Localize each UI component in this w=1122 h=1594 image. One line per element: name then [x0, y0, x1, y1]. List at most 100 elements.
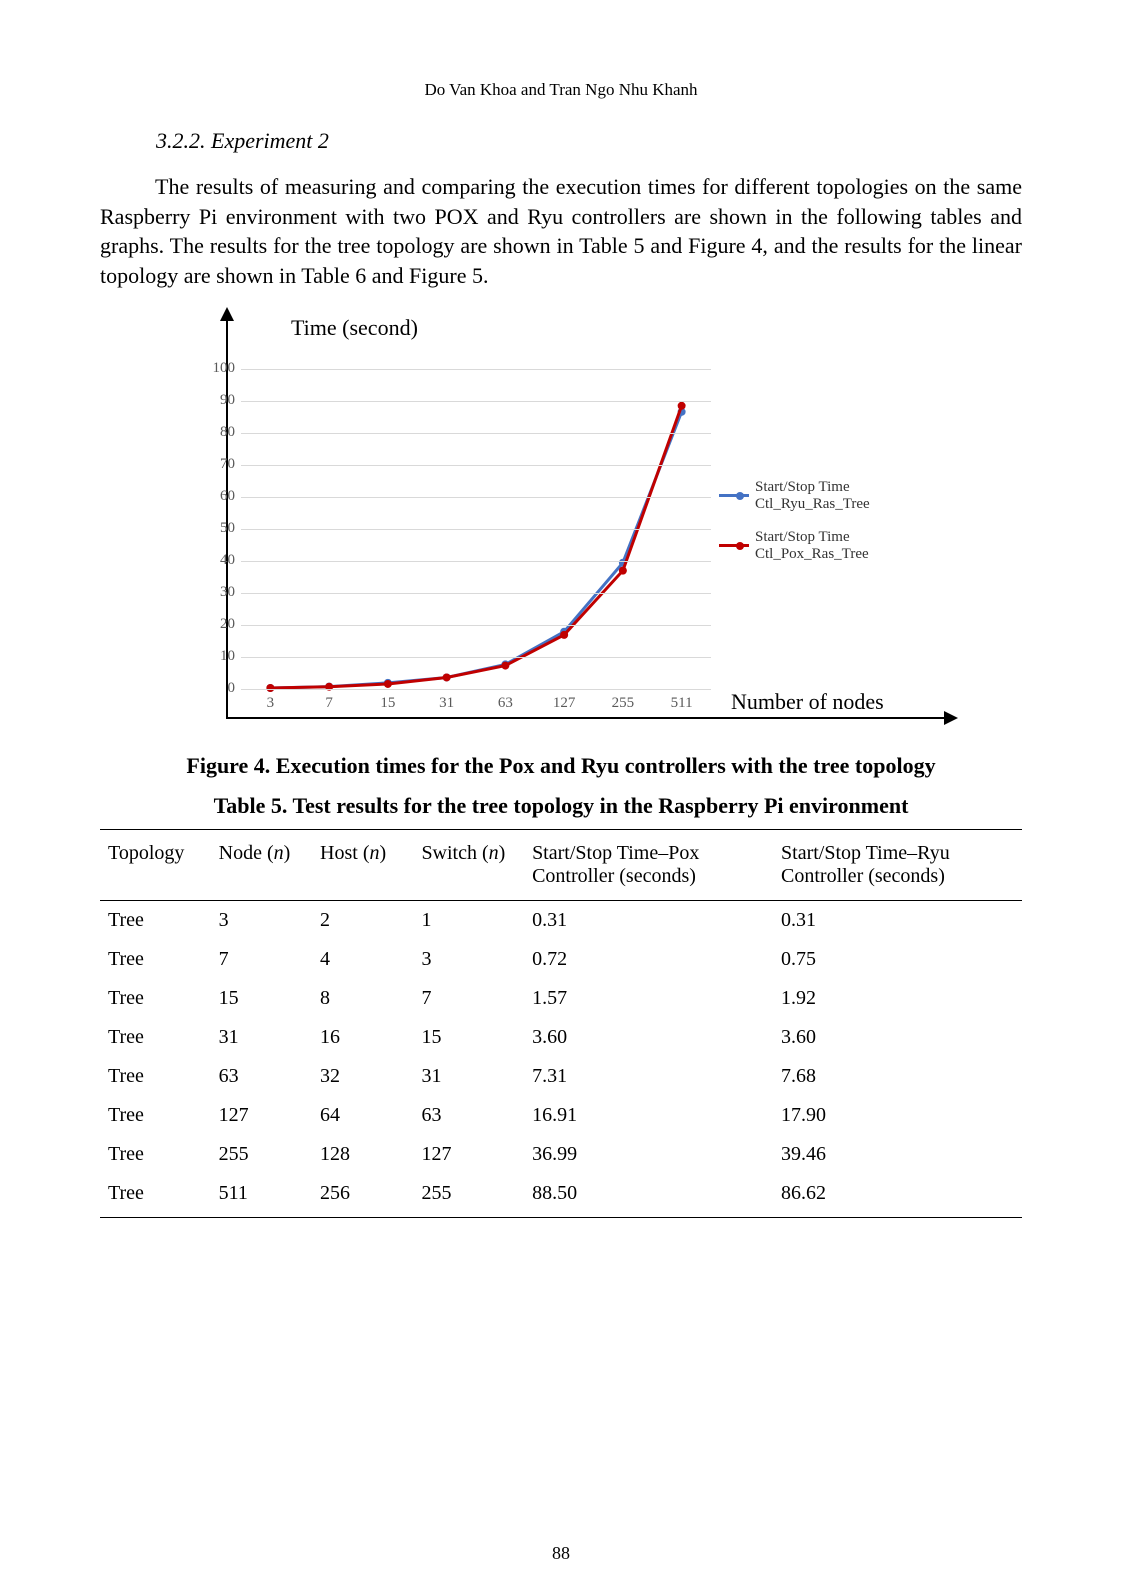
table-cell: 3.60: [524, 1018, 773, 1057]
y-tick-label: 10: [205, 648, 235, 665]
chart-legend: Start/Stop Time Ctl_Ryu_Ras_Tree Start/S…: [719, 479, 939, 565]
table-cell: 3.60: [773, 1018, 1022, 1057]
table-cell: Tree: [100, 1135, 211, 1174]
table-cell: 2: [312, 900, 413, 940]
table-cell: 7: [211, 940, 312, 979]
legend-swatch-pox: [719, 544, 749, 547]
y-tick-label: 0: [205, 680, 235, 697]
table-cell: 127: [413, 1135, 524, 1174]
page-number: 88: [0, 1543, 1122, 1564]
table-cell: 3: [413, 940, 524, 979]
table-row: Tree6332317.317.68: [100, 1057, 1022, 1096]
table-cell: 88.50: [524, 1174, 773, 1218]
y-axis-arrow-icon: [220, 307, 234, 321]
series-line: [270, 412, 681, 688]
table-header-cell: Start/Stop Time–Pox Controller (seconds): [524, 829, 773, 900]
gridline: [241, 561, 711, 562]
y-tick-label: 70: [205, 456, 235, 473]
table-cell: Tree: [100, 1174, 211, 1218]
plot-region: 010203040506070809010037153163127255511: [241, 369, 711, 689]
table-cell: 255: [413, 1174, 524, 1218]
x-tick-label: 255: [603, 695, 643, 712]
series-point: [443, 673, 451, 681]
table-row: Tree25512812736.9939.46: [100, 1135, 1022, 1174]
y-tick-label: 90: [205, 392, 235, 409]
gridline: [241, 497, 711, 498]
gridline: [241, 689, 711, 690]
table-cell: 0.75: [773, 940, 1022, 979]
table-row: Tree127646316.9117.90: [100, 1096, 1022, 1135]
table-cell: 256: [312, 1174, 413, 1218]
table-row: Tree3116153.603.60: [100, 1018, 1022, 1057]
x-tick-label: 63: [485, 695, 525, 712]
table-row: Tree3210.310.31: [100, 900, 1022, 940]
series-point: [384, 680, 392, 688]
y-tick-label: 80: [205, 424, 235, 441]
x-tick-label: 127: [544, 695, 584, 712]
table-cell: Tree: [100, 1018, 211, 1057]
legend-entry-pox: Start/Stop Time Ctl_Pox_Ras_Tree: [719, 529, 939, 563]
table-cell: Tree: [100, 940, 211, 979]
chart-area: Time (second) Number of nodes 0102030405…: [171, 309, 951, 739]
series-point: [619, 566, 627, 574]
y-tick-label: 100: [205, 360, 235, 377]
table-cell: 0.31: [773, 900, 1022, 940]
series-point: [560, 631, 568, 639]
legend-dot-pox: [736, 542, 744, 550]
table-cell: 15: [413, 1018, 524, 1057]
table-cell: 0.72: [524, 940, 773, 979]
table-header-cell: Switch (n): [413, 829, 524, 900]
table-cell: 1.92: [773, 979, 1022, 1018]
x-tick-label: 31: [427, 695, 467, 712]
table-cell: 16: [312, 1018, 413, 1057]
x-tick-label: 3: [250, 695, 290, 712]
page: Do Van Khoa and Tran Ngo Nhu Khanh 3.2.2…: [0, 0, 1122, 1594]
table-cell: 64: [312, 1096, 413, 1135]
table-cell: 15: [211, 979, 312, 1018]
table-cell: 86.62: [773, 1174, 1022, 1218]
series-point: [266, 684, 274, 692]
table-cell: 39.46: [773, 1135, 1022, 1174]
table-cell: 63: [413, 1096, 524, 1135]
y-tick-label: 50: [205, 520, 235, 537]
table-header-cell: Topology: [100, 829, 211, 900]
table-head: TopologyNode (n)Host (n)Switch (n)Start/…: [100, 829, 1022, 900]
legend-swatch-ryu: [719, 494, 749, 497]
gridline: [241, 433, 711, 434]
table-cell: 7.68: [773, 1057, 1022, 1096]
y-tick-label: 20: [205, 616, 235, 633]
table-caption: Table 5. Test results for the tree topol…: [100, 793, 1022, 819]
gridline: [241, 657, 711, 658]
table-row: Tree7430.720.75: [100, 940, 1022, 979]
table-5: TopologyNode (n)Host (n)Switch (n)Start/…: [100, 829, 1022, 1218]
table-cell: 8: [312, 979, 413, 1018]
figure-caption: Figure 4. Execution times for the Pox an…: [100, 753, 1022, 779]
x-tick-label: 7: [309, 695, 349, 712]
x-axis-line: [226, 717, 946, 719]
table-cell: 127: [211, 1096, 312, 1135]
table-cell: Tree: [100, 979, 211, 1018]
gridline: [241, 401, 711, 402]
table-cell: 32: [312, 1057, 413, 1096]
x-axis-arrow-icon: [944, 711, 958, 725]
gridline: [241, 465, 711, 466]
series-point: [501, 661, 509, 669]
legend-dot-ryu: [736, 492, 744, 500]
table-cell: Tree: [100, 900, 211, 940]
legend-entry-ryu: Start/Stop Time Ctl_Ryu_Ras_Tree: [719, 479, 939, 513]
table-row: Tree51125625588.5086.62: [100, 1174, 1022, 1218]
running-head: Do Van Khoa and Tran Ngo Nhu Khanh: [100, 80, 1022, 100]
table-cell: Tree: [100, 1057, 211, 1096]
table-cell: 1.57: [524, 979, 773, 1018]
gridline: [241, 529, 711, 530]
body-paragraph: The results of measuring and comparing t…: [100, 172, 1022, 291]
legend-label-ryu: Start/Stop Time Ctl_Ryu_Ras_Tree: [755, 479, 925, 513]
series-point: [678, 402, 686, 410]
table-cell: 63: [211, 1057, 312, 1096]
table-body: Tree3210.310.31Tree7430.720.75Tree15871.…: [100, 900, 1022, 1217]
table-cell: 1: [413, 900, 524, 940]
y-tick-label: 40: [205, 552, 235, 569]
gridline: [241, 625, 711, 626]
table-cell: 4: [312, 940, 413, 979]
x-tick-label: 15: [368, 695, 408, 712]
